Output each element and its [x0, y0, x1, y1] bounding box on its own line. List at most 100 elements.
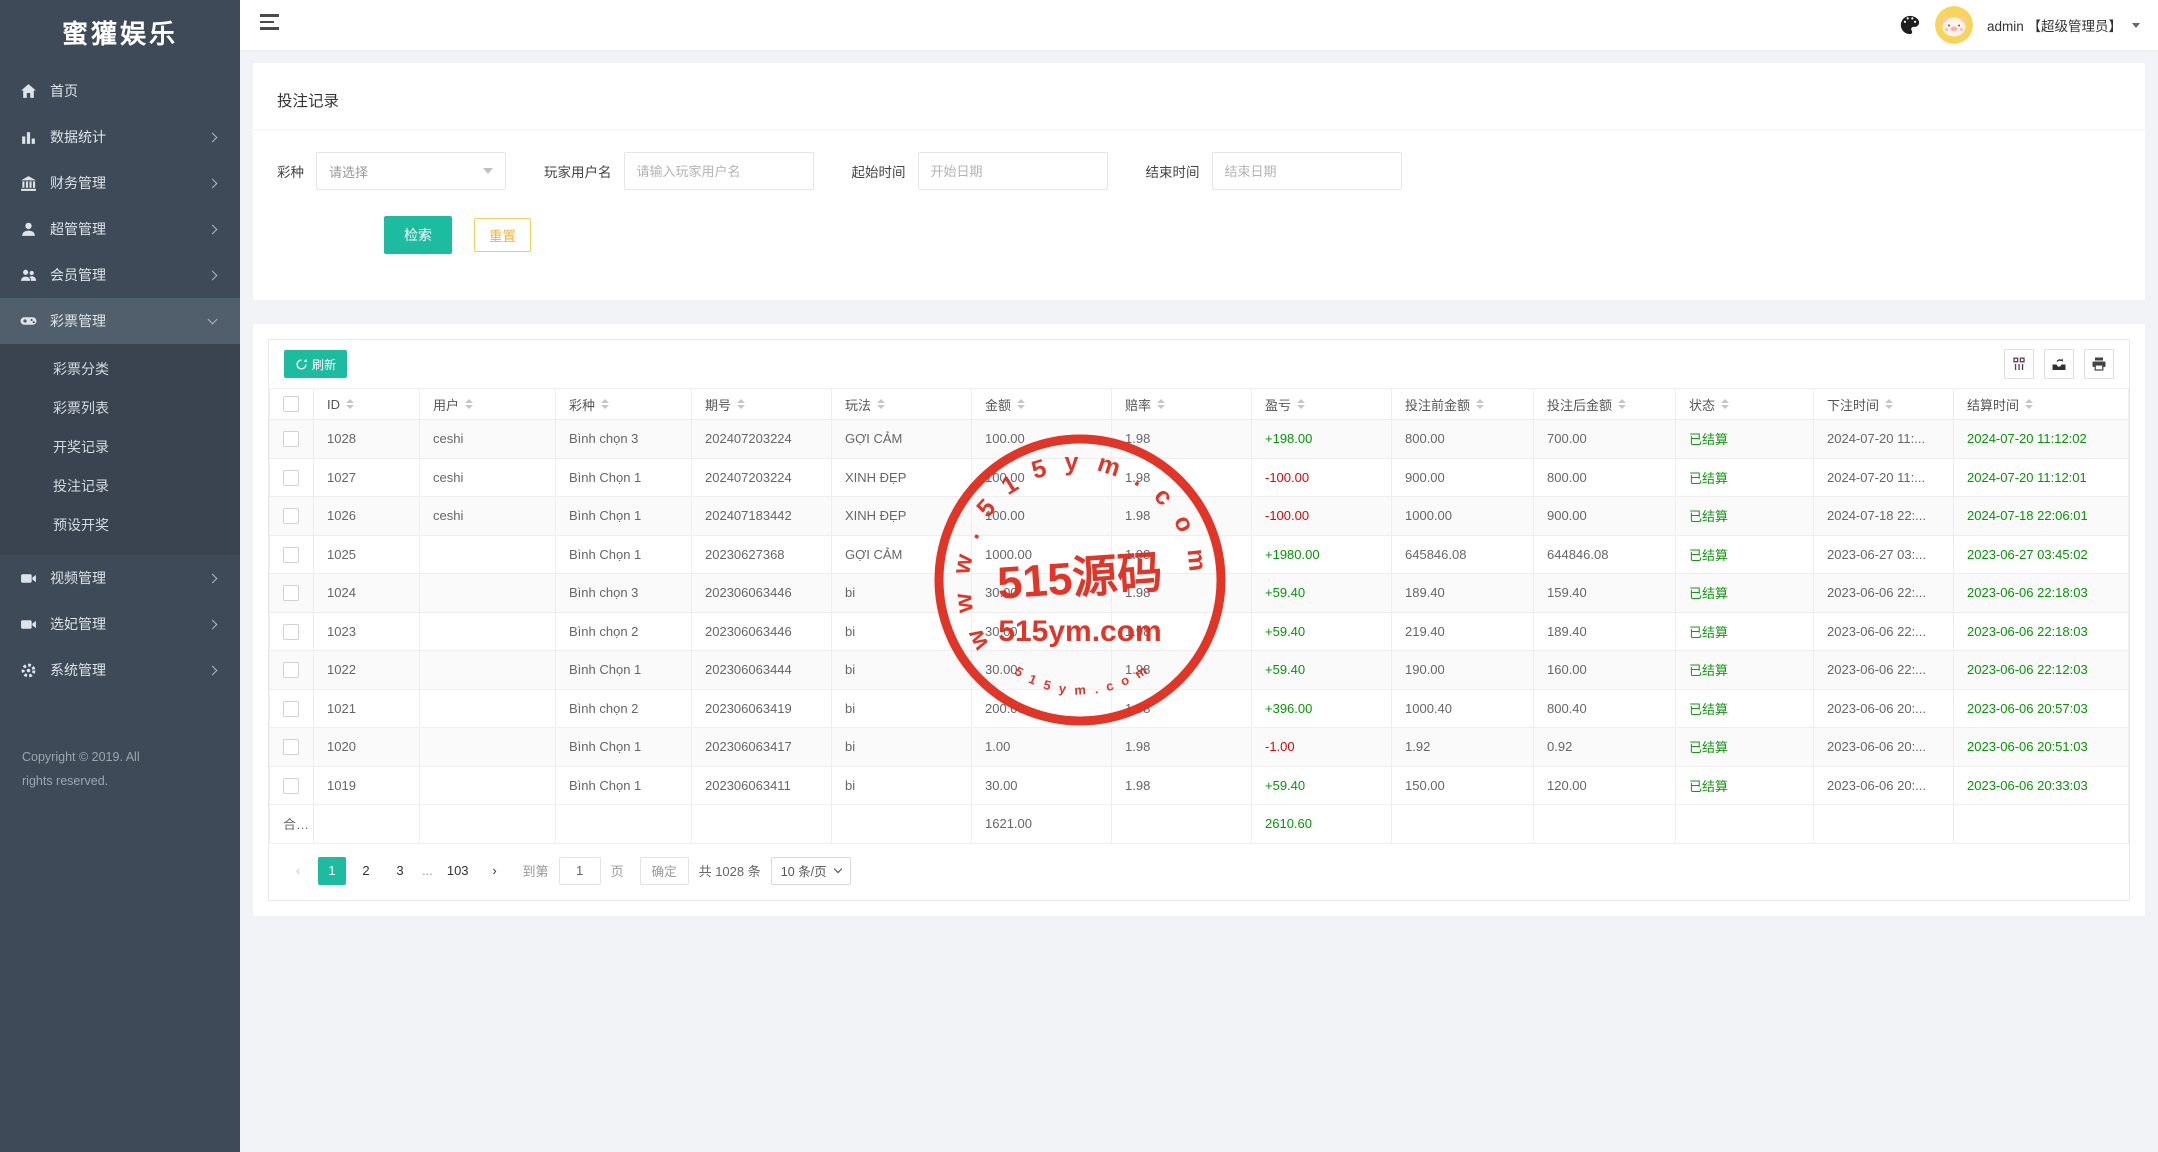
cell-id: 1025: [313, 534, 420, 574]
col-label: 投注前金额: [1405, 397, 1471, 413]
row-checkbox[interactable]: [283, 739, 299, 756]
refresh-button[interactable]: 刷新: [284, 350, 348, 378]
cell-after-amount: 120.00: [1533, 765, 1676, 805]
sort-icon[interactable]: [1618, 399, 1627, 409]
user-menu[interactable]: admin 【超级管理员】: [1987, 15, 2122, 35]
page-button-1[interactable]: 1: [318, 856, 346, 885]
next-page-button[interactable]: ›: [481, 857, 509, 885]
sidebar-item-label: 视频管理: [50, 570, 106, 586]
sidebar-item-lottery-list[interactable]: 彩票列表: [0, 389, 240, 428]
sidebar-item-admins[interactable]: 超管管理: [0, 206, 240, 252]
page-size-select[interactable]: 10 条/页: [770, 856, 851, 885]
sort-icon[interactable]: [1297, 399, 1306, 409]
row-checkbox[interactable]: [283, 623, 299, 640]
sidebar-item-draw-records[interactable]: 开奖记录: [0, 428, 240, 467]
sidebar-item-finance[interactable]: 财务管理: [0, 160, 240, 206]
row-checkbox[interactable]: [283, 431, 299, 448]
cell-settle-time: 2023-06-06 20:33:03: [1953, 765, 2129, 805]
sidebar-item-bet-records[interactable]: 投注记录: [0, 467, 240, 506]
col-after: 投注后金额: [1533, 388, 1676, 420]
sort-icon[interactable]: [1157, 399, 1166, 409]
search-button[interactable]: 检索: [384, 216, 452, 254]
row-checkbox[interactable]: [283, 546, 299, 563]
sidebar-item-stats[interactable]: 数据统计: [0, 114, 240, 160]
row-checkbox[interactable]: [283, 469, 299, 486]
cell-user: [419, 688, 556, 728]
theme-palette-icon[interactable]: [1899, 14, 1921, 36]
select-all-checkbox[interactable]: [283, 396, 299, 413]
reset-button[interactable]: 重置: [474, 218, 531, 252]
row-checkbox[interactable]: [283, 700, 299, 717]
end-date-input[interactable]: [1211, 152, 1402, 190]
cell-amount: 100.00: [971, 496, 1112, 536]
menu-toggle-icon[interactable]: [260, 14, 282, 36]
confirm-button[interactable]: 确定: [639, 856, 689, 885]
cell-before-amount: 900.00: [1391, 457, 1534, 497]
field-username: 玩家用户名: [544, 152, 814, 190]
prev-page-button[interactable]: ‹: [284, 857, 312, 885]
cell-settle-time: 2023-06-06 22:12:03: [1953, 650, 2129, 690]
cell-lottery: Bình Chọn 1: [555, 727, 692, 767]
row-checkbox[interactable]: [283, 777, 299, 794]
page-ellipsis[interactable]: ...: [422, 863, 433, 878]
sort-icon[interactable]: [601, 399, 610, 409]
col-lottery: 彩种: [555, 388, 692, 420]
sidebar-item-system[interactable]: 系统管理: [0, 647, 240, 693]
filter-columns-button[interactable]: [2004, 349, 2034, 379]
cell-amount: 100.00: [971, 457, 1112, 497]
table-row: 1027 ceshi Bình Chọn 1 202407203224 XINH…: [269, 457, 2129, 497]
chevron-down-icon: [207, 314, 218, 324]
page-title: 投注记录: [277, 93, 340, 110]
cell-id: 1019: [313, 765, 420, 805]
sidebar-item-video[interactable]: 视频管理: [0, 555, 240, 601]
col-label: 彩种: [569, 397, 596, 413]
sort-icon[interactable]: [1476, 399, 1485, 409]
cell-before-amount: 1000.00: [1391, 496, 1534, 536]
page-button-3[interactable]: 3: [386, 857, 414, 885]
end-time-label: 结束时间: [1145, 165, 1200, 180]
sort-icon[interactable]: [346, 399, 354, 409]
cell-issue: 202306063419: [691, 688, 832, 728]
sort-icon[interactable]: [1721, 399, 1730, 409]
cell-bet-time: 2024-07-18 22:...: [1813, 496, 1954, 536]
cell-settle-time: 2023-06-06 22:18:03: [1953, 611, 2129, 651]
username-input[interactable]: [623, 152, 814, 190]
select-placeholder: 请选择: [329, 164, 369, 180]
print-button[interactable]: [2084, 349, 2114, 379]
sort-icon[interactable]: [2025, 399, 2034, 409]
sidebar-item-lottery[interactable]: 彩票管理: [0, 298, 240, 344]
avatar[interactable]: [1934, 6, 1973, 44]
page-button-103[interactable]: 103: [441, 857, 475, 885]
page-jump-input[interactable]: [558, 856, 601, 885]
sidebar-item-home[interactable]: 首页: [0, 68, 240, 114]
cell-odds: 1.98: [1111, 496, 1252, 536]
sidebar-item-label: 超管管理: [50, 221, 106, 237]
pagination: ‹ 1 2 3 ... 103 › 到第 页 确定 共 1028 条 10 条/…: [269, 844, 2129, 900]
export-button[interactable]: [2044, 349, 2074, 379]
sort-icon[interactable]: [1885, 399, 1894, 409]
sort-icon[interactable]: [877, 399, 886, 409]
cell-bet-time: 2023-06-06 22:...: [1813, 650, 1954, 690]
filter-row: 彩种 请选择 玩家用户名 起始时间 结束时间: [277, 152, 2121, 190]
row-checkbox[interactable]: [283, 508, 299, 525]
sidebar-item-lottery-category[interactable]: 彩票分类: [0, 350, 240, 389]
sidebar-item-members[interactable]: 会员管理: [0, 252, 240, 298]
refresh-label: 刷新: [312, 357, 337, 372]
row-checkbox[interactable]: [283, 585, 299, 602]
sidebar-item-preset-draw[interactable]: 预设开奖: [0, 506, 240, 545]
cell-play: bi: [831, 765, 972, 805]
status-badge: 已结算: [1675, 534, 1814, 574]
cell-before-amount: 219.40: [1391, 611, 1534, 651]
cell-issue: 20230627368: [691, 534, 832, 574]
cell-lottery: Bình Chọn 1: [555, 457, 692, 497]
lottery-select[interactable]: 请选择: [316, 152, 506, 190]
sort-icon[interactable]: [737, 399, 746, 409]
row-checkbox[interactable]: [283, 662, 299, 679]
page-button-2[interactable]: 2: [352, 857, 380, 885]
users-icon: [20, 267, 37, 284]
sort-icon[interactable]: [465, 399, 474, 409]
cell-play: GỢI CẢM: [831, 534, 972, 574]
sort-icon[interactable]: [1017, 399, 1026, 409]
sidebar-item-concubine[interactable]: 选妃管理: [0, 601, 240, 647]
start-date-input[interactable]: [917, 152, 1108, 190]
